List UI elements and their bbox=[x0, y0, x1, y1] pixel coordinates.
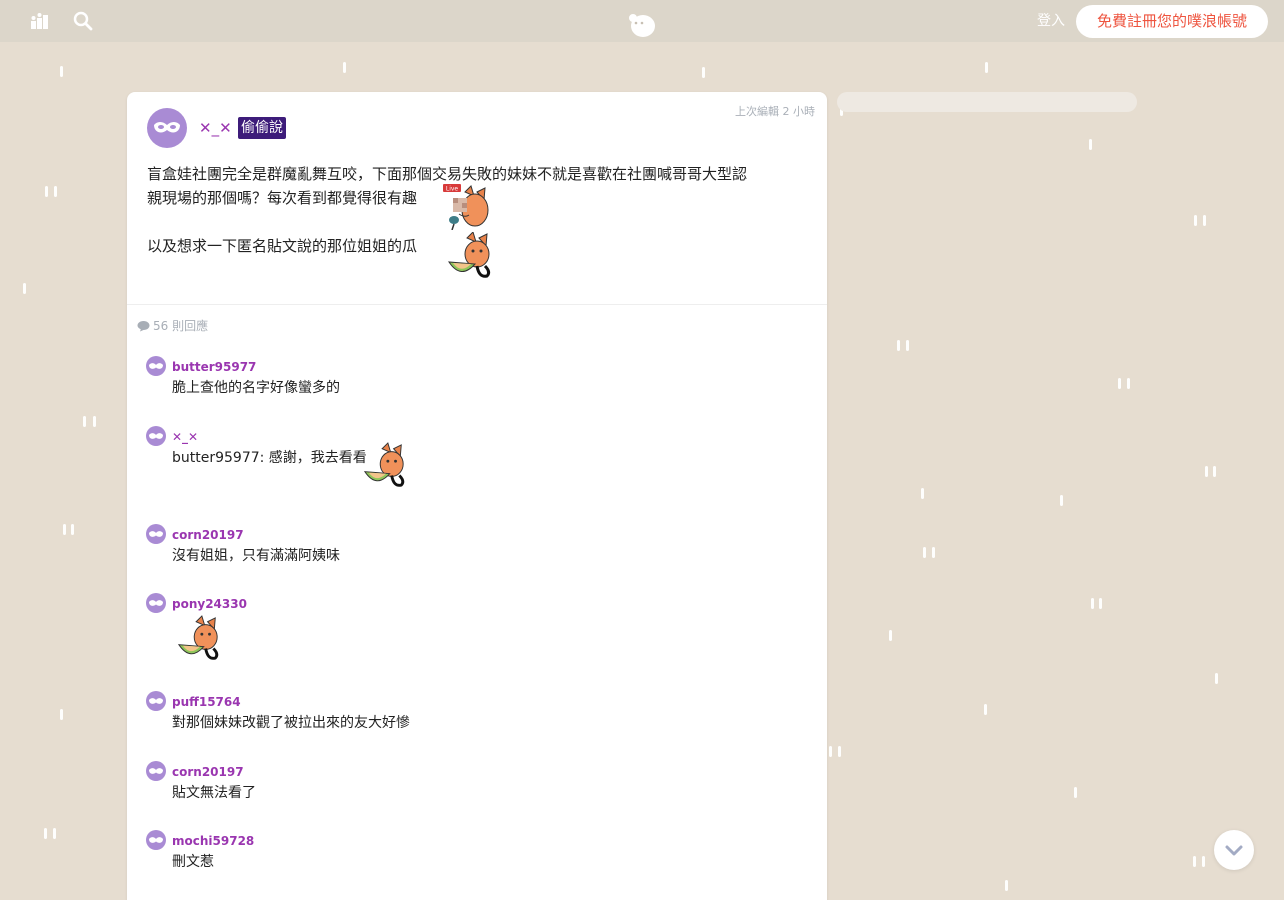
top-bar: 登入 免費註冊您的噗浪帳號 bbox=[0, 0, 1284, 42]
edit-timestamp: 上次編輯 2 小時 bbox=[735, 105, 815, 118]
reply-author-name[interactable]: butter95977 bbox=[172, 359, 256, 375]
anonymous-mask-icon bbox=[146, 761, 166, 781]
reply-count[interactable]: 56 則回應 bbox=[137, 318, 208, 334]
chevron-down-icon bbox=[1225, 845, 1243, 856]
anonymous-mask-icon bbox=[146, 356, 166, 376]
plurk-logo-icon[interactable] bbox=[626, 11, 658, 39]
reply-author-name[interactable]: corn20197 bbox=[172, 527, 244, 543]
sidebar-placeholder bbox=[837, 92, 1137, 112]
reply-author-name[interactable]: mochi59728 bbox=[172, 833, 254, 849]
fox-melon-sticker-icon bbox=[363, 442, 407, 488]
scroll-down-button[interactable] bbox=[1214, 830, 1254, 870]
fox-melon-sticker-icon bbox=[177, 615, 221, 661]
timeline-icon[interactable] bbox=[29, 10, 51, 32]
post-author-name[interactable]: ✕_✕ bbox=[199, 119, 232, 137]
search-icon[interactable] bbox=[72, 10, 94, 32]
anonymous-mask-icon bbox=[146, 593, 166, 613]
reply-text: butter95977: 感謝，我去看看 bbox=[172, 450, 367, 466]
post-line: 以及想求一下匿名貼文說的那位姐姐的瓜 bbox=[147, 237, 418, 255]
reply-author-name[interactable]: puff15764 bbox=[172, 694, 241, 710]
fox-live-sticker-icon: Live bbox=[443, 184, 489, 231]
signup-button[interactable]: 免費註冊您的噗浪帳號 bbox=[1076, 5, 1268, 38]
login-link[interactable]: 登入 bbox=[1037, 12, 1065, 30]
reply-text: 沒有姐姐，只有滿滿阿姨味 bbox=[172, 548, 340, 564]
anonymous-mask-icon bbox=[146, 426, 166, 446]
post-line: 盲盒娃社團完全是群魔亂舞互咬，下面那個交易失敗的妹妹不就是喜歡在社團喊哥哥大型認 bbox=[147, 165, 748, 183]
reply-author-name[interactable]: ✕_✕ bbox=[172, 429, 198, 445]
reply-text: 刪文惹 bbox=[172, 854, 214, 870]
anonymous-mask-icon bbox=[147, 108, 187, 148]
anonymous-mask-icon bbox=[146, 830, 166, 850]
reply-text: 對那個妹妹改觀了被拉出來的友大好慘 bbox=[172, 715, 410, 731]
divider bbox=[127, 304, 827, 305]
reply-text: 脆上查他的名字好像蠻多的 bbox=[172, 380, 340, 396]
reply-count-label: 56 則回應 bbox=[153, 319, 209, 333]
anonymous-badge: 偷偷說 bbox=[238, 117, 286, 139]
speech-bubble-icon bbox=[137, 321, 150, 332]
plurk-card: ✕_✕ 偷偷說 上次編輯 2 小時 盲盒娃社團完全是群魔亂舞互咬，下面那個交易失… bbox=[127, 92, 827, 900]
reply-author-name[interactable]: pony24330 bbox=[172, 596, 247, 612]
sticker-live-label: Live bbox=[446, 186, 459, 193]
anonymous-mask-icon bbox=[146, 691, 166, 711]
post-line: 親現場的那個嗎？每次看到都覺得很有趣 bbox=[147, 189, 418, 207]
reply-text: 貼文無法看了 bbox=[172, 785, 256, 801]
fox-melon-sticker-icon bbox=[447, 231, 493, 278]
reply-author-name[interactable]: corn20197 bbox=[172, 764, 244, 780]
anonymous-mask-icon bbox=[146, 524, 166, 544]
